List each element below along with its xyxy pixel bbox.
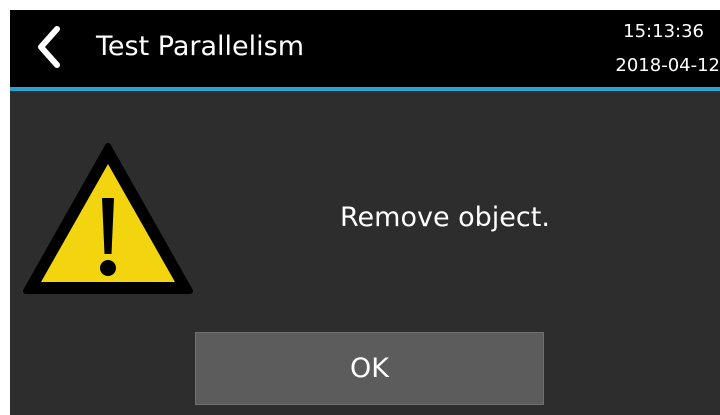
dialog-message: Remove object. [340, 202, 550, 233]
page-title: Test Parallelism [96, 31, 304, 62]
chevron-left-icon [38, 26, 60, 68]
clock-date: 2018-04-12 [615, 55, 720, 76]
header-divider [10, 87, 720, 91]
ok-button[interactable]: OK [195, 332, 544, 405]
back-button[interactable] [28, 22, 68, 72]
clock-time: 15:13:36 [623, 21, 704, 42]
screen: Test Parallelism 15:13:36 2018-04-12 Rem… [10, 10, 720, 415]
warning-triangle-icon [23, 143, 193, 294]
header-bar: Test Parallelism 15:13:36 2018-04-12 [10, 10, 720, 87]
